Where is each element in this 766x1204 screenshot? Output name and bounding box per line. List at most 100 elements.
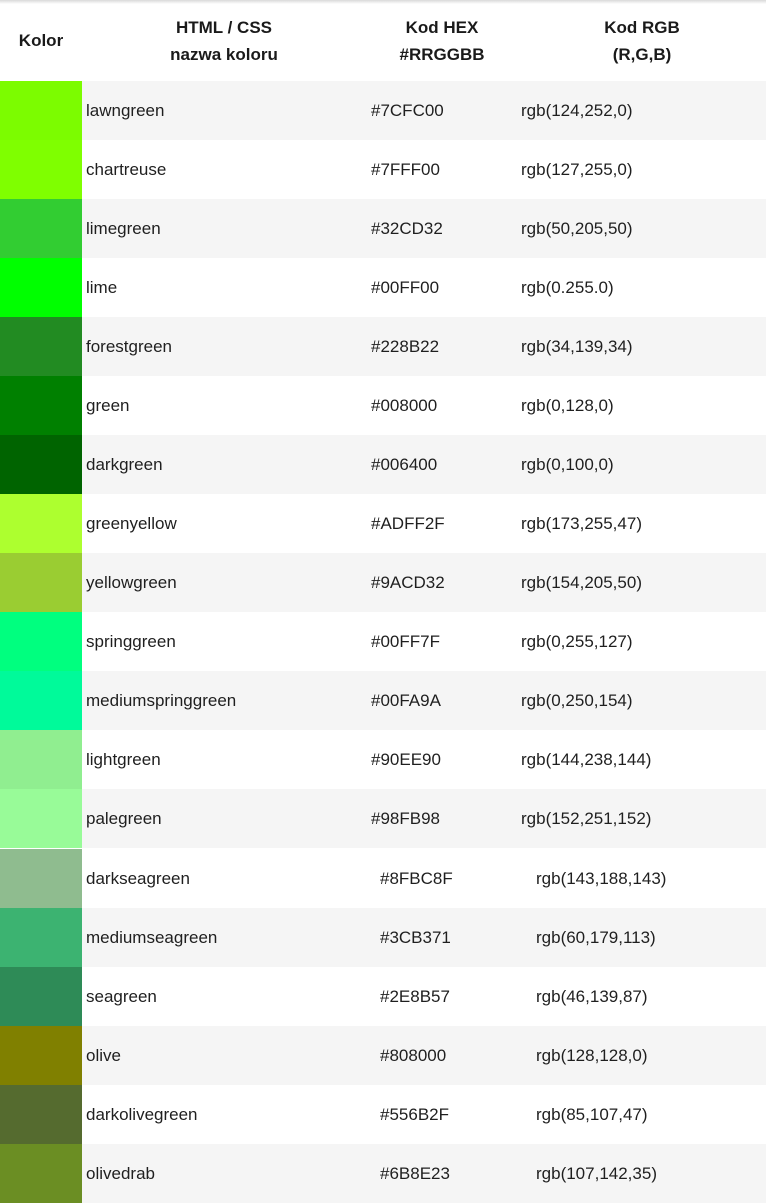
table-row: mediumspringgreen #00FA9A rgb(0,250,154) (0, 671, 766, 730)
hex-code: #6B8E23 (380, 1163, 450, 1183)
hex-code: #00FF00 (371, 277, 440, 297)
hex-code: #808000 (380, 1045, 447, 1065)
table-row: greenyellow #ADFF2F rgb(173,255,47) (0, 494, 766, 553)
hex-code: #556B2F (380, 1104, 449, 1124)
color-name: greenyellow (86, 513, 177, 533)
rgb-code: rgb(128,128,0) (536, 1045, 648, 1065)
color-swatch (0, 849, 82, 908)
color-swatch (0, 435, 82, 494)
color-name: mediumseagreen (86, 927, 218, 947)
color-swatch (0, 671, 82, 730)
table-row: olive #808000 rgb(128,128,0) (0, 1026, 766, 1085)
color-name: palegreen (86, 808, 162, 828)
rgb-code: rgb(107,142,35) (536, 1163, 657, 1183)
color-name: green (86, 395, 130, 415)
hex-code: #006400 (371, 454, 438, 474)
hex-code: #8FBC8F (380, 868, 453, 888)
rgb-code: rgb(127,255,0) (521, 159, 633, 179)
hex-code: #7CFC00 (371, 100, 444, 120)
table-row: olivedrab #6B8E23 rgb(107,142,35) (0, 1144, 766, 1203)
color-swatch (0, 494, 82, 553)
color-name: limegreen (86, 218, 161, 238)
rgb-code: rgb(0,128,0) (521, 395, 614, 415)
color-swatch (0, 553, 82, 612)
color-swatch (0, 140, 82, 199)
header-hex-line1: Kod HEX (405, 17, 479, 37)
hex-code: #9ACD32 (371, 572, 445, 592)
header-rgb-line2: (R,G,B) (612, 44, 672, 64)
rgb-code: rgb(50,205,50) (521, 218, 633, 238)
rgb-code: rgb(143,188,143) (536, 868, 667, 888)
color-name: seagreen (86, 986, 157, 1006)
table-row: chartreuse #7FFF00 rgb(127,255,0) (0, 140, 766, 199)
rgb-code: rgb(0.255.0) (521, 277, 614, 297)
rgb-code: rgb(85,107,47) (536, 1104, 648, 1124)
color-swatch (0, 789, 82, 848)
header-hex: Kod HEX #RRGGBB (362, 0, 522, 81)
rgb-code: rgb(0,255,127) (521, 631, 633, 651)
hex-code: #00FF7F (371, 631, 440, 651)
color-name: forestgreen (86, 336, 172, 356)
hex-code: #008000 (371, 395, 438, 415)
table-row: green #008000 rgb(0,128,0) (0, 376, 766, 435)
hex-code: #2E8B57 (380, 986, 450, 1006)
rgb-code: rgb(0,100,0) (521, 454, 614, 474)
hex-code: #98FB98 (371, 808, 440, 828)
header-name: HTML / CSS nazwa koloru (130, 0, 318, 81)
color-name: mediumspringgreen (86, 690, 237, 710)
color-name: lime (86, 277, 118, 297)
table-row: seagreen #2E8B57 rgb(46,139,87) (0, 967, 766, 1026)
table-row: lime #00FF00 rgb(0.255.0) (0, 258, 766, 317)
table-row: darkgreen #006400 rgb(0,100,0) (0, 435, 766, 494)
header-name-line2: nazwa koloru (170, 44, 278, 64)
hex-code: #228B22 (371, 336, 440, 356)
table-header: Kolor HTML / CSS nazwa koloru Kod HEX #R… (0, 0, 766, 81)
color-swatch (0, 908, 82, 967)
color-swatch (0, 199, 82, 258)
header-kolor: Kolor (0, 0, 82, 81)
table-row: darkseagreen #8FBC8F rgb(143,188,143) (0, 849, 766, 908)
header-name-line1: HTML / CSS (175, 17, 273, 37)
color-name: olive (86, 1045, 121, 1065)
color-name: lightgreen (86, 749, 161, 769)
color-name: darkgreen (86, 454, 163, 474)
table-row: lawngreen #7CFC00 rgb(124,252,0) (0, 81, 766, 140)
table-row: palegreen #98FB98 rgb(152,251,152) (0, 789, 766, 848)
rgb-code: rgb(152,251,152) (521, 808, 652, 828)
color-name: darkolivegreen (86, 1104, 198, 1124)
table-row: mediumseagreen #3CB371 rgb(60,179,113) (0, 908, 766, 967)
hex-code: #3CB371 (380, 927, 451, 947)
color-swatch (0, 612, 82, 671)
color-swatch (0, 258, 82, 317)
hex-code: #00FA9A (371, 690, 441, 710)
table-row: forestgreen #228B22 rgb(34,139,34) (0, 317, 766, 376)
color-name: olivedrab (86, 1163, 155, 1183)
header-kolor-label: Kolor (18, 31, 64, 50)
header-hex-line2: #RRGGBB (399, 44, 485, 64)
color-swatch (0, 730, 82, 789)
color-swatch (0, 1144, 82, 1203)
color-swatch (0, 376, 82, 435)
header-rgb-line1: Kod RGB (604, 17, 680, 37)
table-row: springgreen #00FF7F rgb(0,255,127) (0, 612, 766, 671)
color-name: chartreuse (86, 159, 167, 179)
table-row: yellowgreen #9ACD32 rgb(154,205,50) (0, 553, 766, 612)
color-swatch (0, 81, 82, 140)
hex-code: #90EE90 (371, 749, 441, 769)
hex-code: #ADFF2F (371, 513, 445, 533)
color-swatch (0, 317, 82, 376)
table-row: limegreen #32CD32 rgb(50,205,50) (0, 199, 766, 258)
rgb-code: rgb(46,139,87) (536, 986, 648, 1006)
rgb-code: rgb(154,205,50) (521, 572, 642, 592)
color-name: yellowgreen (86, 572, 177, 592)
rgb-code: rgb(124,252,0) (521, 100, 633, 120)
color-swatch (0, 1085, 82, 1144)
color-swatch (0, 1026, 82, 1085)
rgb-code: rgb(60,179,113) (536, 927, 656, 947)
rgb-code: rgb(144,238,144) (521, 749, 652, 769)
color-swatch (0, 967, 82, 1026)
color-name: darkseagreen (86, 868, 190, 888)
header-rgb: Kod RGB (R,G,B) (562, 0, 722, 81)
hex-code: #7FFF00 (371, 159, 440, 179)
color-name: springgreen (86, 631, 176, 651)
